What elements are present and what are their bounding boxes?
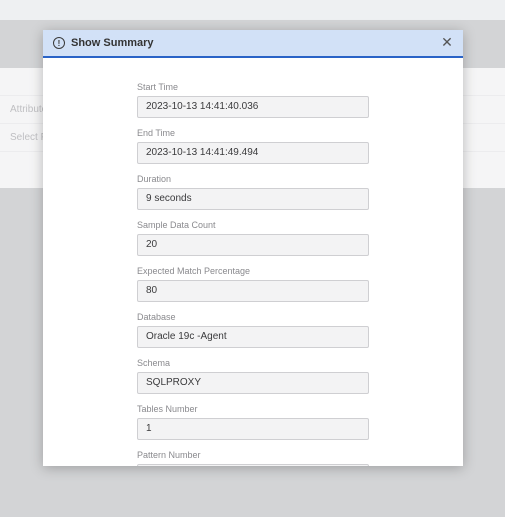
modal-title: Show Summary [71,37,154,49]
field-label: Database [137,312,369,322]
end-time-input[interactable] [137,142,369,164]
sample-data-count-input[interactable] [137,234,369,256]
duration-input[interactable] [137,188,369,210]
field-duration: Duration [137,174,369,210]
expected-match-percentage-input[interactable] [137,280,369,302]
field-sample-data-count: Sample Data Count [137,220,369,256]
tables-number-input[interactable] [137,418,369,440]
field-start-time: Start Time [137,82,369,118]
field-database: Database [137,312,369,348]
modal-header: ! Show Summary ✕ [43,30,463,58]
start-time-input[interactable] [137,96,369,118]
field-label: Sample Data Count [137,220,369,230]
show-summary-modal: ! Show Summary ✕ Start Time End Time Dur… [43,30,463,466]
field-label: Schema [137,358,369,368]
database-input[interactable] [137,326,369,348]
field-label: Start Time [137,82,369,92]
field-label: Expected Match Percentage [137,266,369,276]
summary-form: Start Time End Time Duration Sample Data… [137,82,369,466]
schema-input[interactable] [137,372,369,394]
modal-body: Start Time End Time Duration Sample Data… [43,58,463,466]
field-label: End Time [137,128,369,138]
close-icon[interactable]: ✕ [439,35,455,51]
field-tables-number: Tables Number [137,404,369,440]
info-icon: ! [53,37,65,49]
field-expected-match-percentage: Expected Match Percentage [137,266,369,302]
field-pattern-number: Pattern Number [137,450,369,466]
field-label: Tables Number [137,404,369,414]
field-label: Duration [137,174,369,184]
field-label: Pattern Number [137,450,369,460]
field-schema: Schema [137,358,369,394]
field-end-time: End Time [137,128,369,164]
modal-overlay: ! Show Summary ✕ Start Time End Time Dur… [0,0,505,517]
pattern-number-input[interactable] [137,464,369,466]
